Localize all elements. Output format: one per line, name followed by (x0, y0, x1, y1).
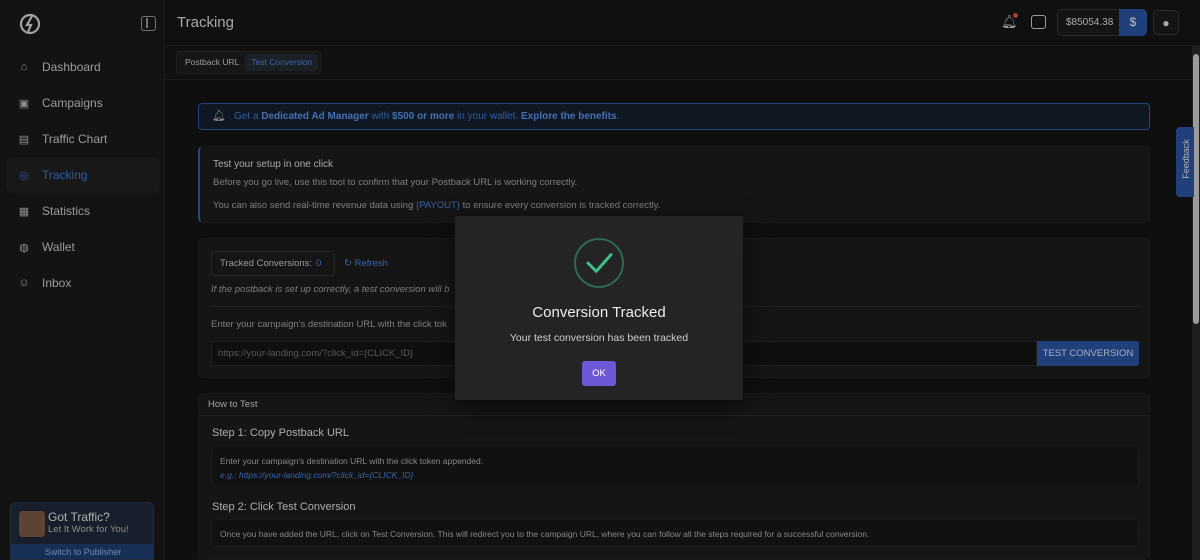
ok-button[interactable]: OK (582, 361, 616, 386)
dialog-title: Conversion Tracked (532, 304, 666, 321)
dialog-message: Your test conversion has been tracked (509, 332, 689, 344)
conversion-tracked-dialog: Conversion Tracked Your test conversion … (455, 216, 743, 400)
app-root: ⌂ Dashboard ▣ Campaigns ▤ Traffic Chart … (0, 0, 1200, 560)
success-check-icon (574, 238, 624, 288)
